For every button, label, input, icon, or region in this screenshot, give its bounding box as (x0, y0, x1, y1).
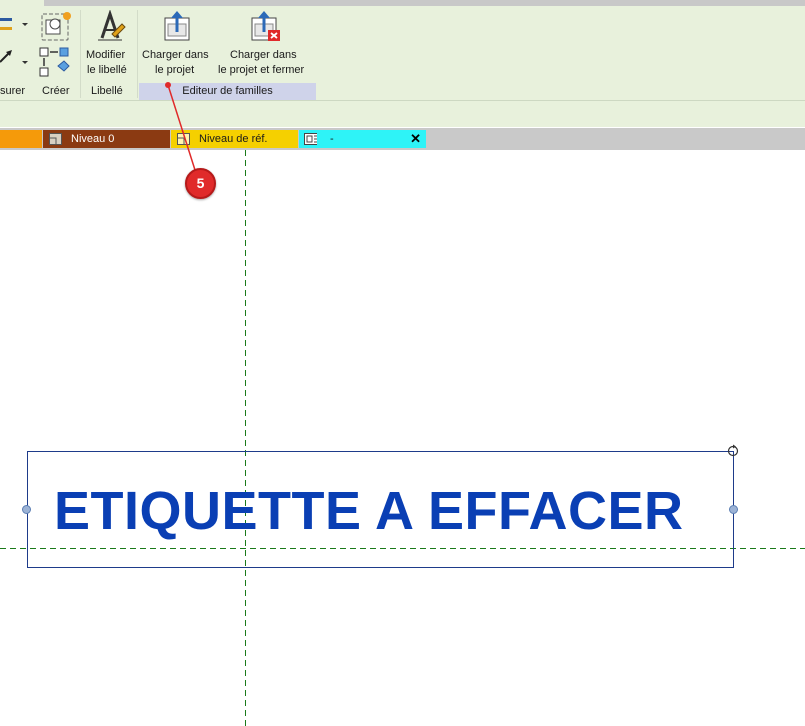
view-tab-label: - (330, 133, 334, 145)
panel-separator (137, 10, 138, 98)
view-tab-niveau-0[interactable]: Niveau 0 (43, 130, 170, 148)
view-tab-partial[interactable] (0, 130, 42, 148)
close-icon[interactable]: ✕ (410, 130, 421, 148)
left-resize-grip[interactable] (22, 505, 31, 514)
label-tag-text[interactable]: ETIQUETTE A EFFACER (54, 480, 684, 542)
edit-label-icon (98, 10, 126, 41)
sheet-view-icon (304, 133, 317, 145)
view-tabs-bar: Niveau 0 Niveau de réf. - ✕ (0, 128, 805, 150)
label-tag-box[interactable]: ETIQUETTE A EFFACER (27, 451, 734, 568)
modify-label-button[interactable]: Modifier le libellé (84, 10, 134, 80)
component-button[interactable] (38, 10, 74, 42)
load-into-project-line2: le projet (155, 64, 195, 76)
view-tab-label: Niveau 0 (71, 133, 115, 145)
align-dimension-button[interactable] (0, 14, 30, 38)
load-into-project-icon (164, 11, 190, 41)
aligned-dimension-icon (0, 18, 28, 30)
model-group-button[interactable] (38, 46, 74, 78)
panel-separator (80, 10, 81, 98)
load-and-close-line1: Charger dans (230, 49, 297, 61)
load-into-project-button[interactable]: Charger dans le projet (140, 10, 214, 80)
callout-badge: 5 (185, 168, 216, 199)
label-panel-title: Libellé (91, 85, 123, 97)
component-icon (41, 12, 71, 41)
pin-dimension-button[interactable] (0, 46, 30, 70)
load-and-close-line2: le projet et fermer (218, 64, 305, 76)
modify-label-line1: Modifier (86, 49, 126, 61)
ribbon-tab-strip (0, 0, 805, 6)
rotate-handle-icon[interactable] (726, 444, 740, 458)
right-resize-grip[interactable] (729, 505, 738, 514)
group-icon (39, 47, 70, 77)
ribbon: surer Créer Modifier le libellé Libellé … (0, 0, 805, 127)
family-editor-panel-title: Editeur de familles (139, 83, 316, 100)
load-and-close-button[interactable]: Charger dans le projet et fermer (216, 10, 316, 80)
drawing-canvas[interactable]: ETIQUETTE A EFFACER (0, 150, 805, 726)
create-panel-title: Créer (42, 85, 70, 97)
reference-lines (0, 150, 805, 726)
active-ribbon-tab[interactable] (0, 0, 44, 6)
load-into-project-line1: Charger dans (142, 49, 209, 61)
ribbon-bottom-divider (0, 100, 805, 101)
view-tab-active[interactable]: - ✕ (299, 130, 426, 148)
modify-label-line2: le libellé (87, 64, 127, 76)
floor-plan-icon (177, 133, 190, 145)
view-tab-niveau-de-ref[interactable]: Niveau de réf. (171, 130, 298, 148)
measure-panel-title: surer (0, 85, 26, 97)
angle-dimension-icon (0, 50, 28, 64)
floor-plan-icon (49, 133, 62, 145)
load-and-close-icon (251, 11, 280, 41)
view-tab-label: Niveau de réf. (199, 133, 268, 145)
